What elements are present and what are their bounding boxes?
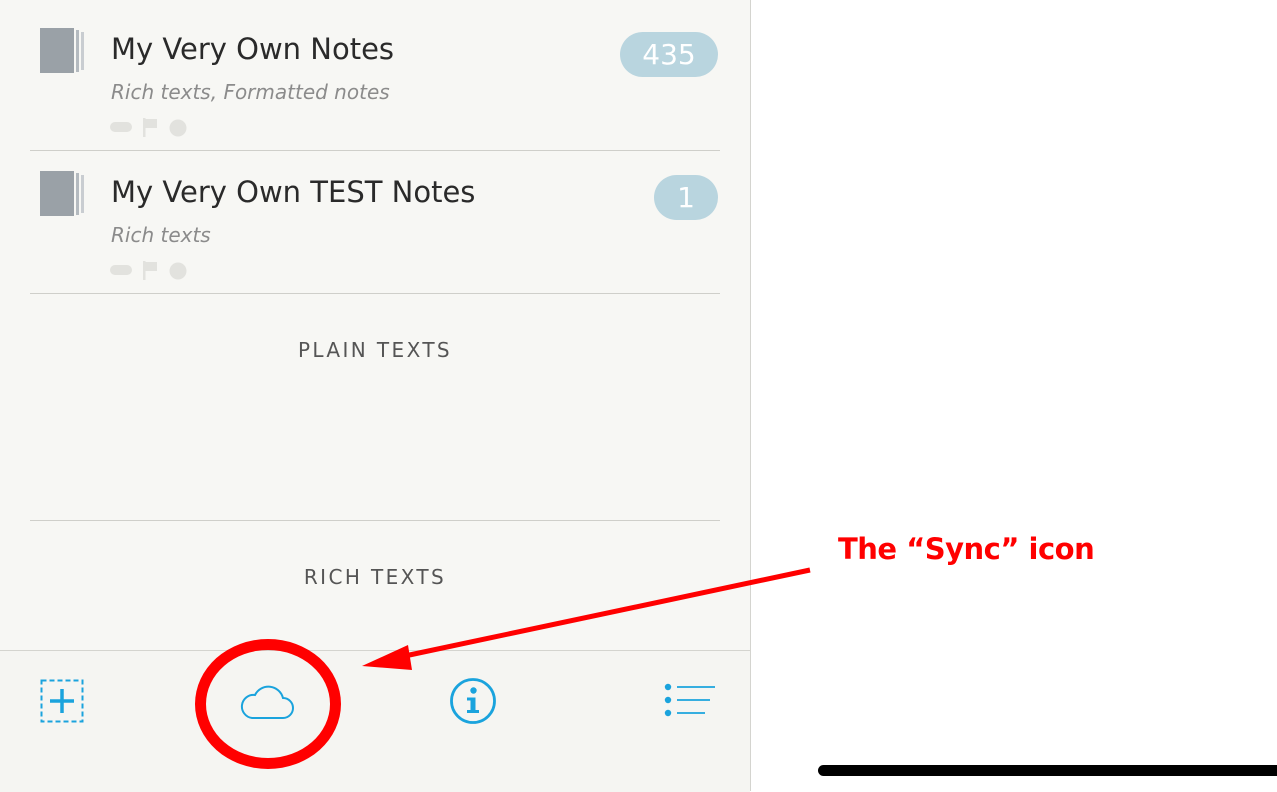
note-count-badge: 1 <box>654 175 718 220</box>
notebook-subtitle: Rich texts <box>111 223 211 247</box>
notebook-subtitle: Rich texts, Formatted notes <box>111 80 390 104</box>
notebook-title: My Very Own Notes <box>111 32 395 66</box>
add-icon[interactable] <box>40 679 84 723</box>
info-icon[interactable] <box>449 677 497 725</box>
dot-icon <box>169 119 187 137</box>
tag-icon <box>110 122 132 132</box>
list-icon[interactable] <box>664 683 716 717</box>
annotation-label: The “Sync” icon <box>838 532 1095 566</box>
section-header-plain-texts: PLAIN TEXTS <box>297 338 453 362</box>
flag-icon <box>143 118 157 137</box>
notebook-row[interactable]: My Very Own TEST Notes Rich texts 1 <box>0 143 750 286</box>
divider <box>30 293 720 294</box>
notebook-icon <box>40 28 84 73</box>
bottom-toolbar <box>0 650 750 792</box>
notebook-status-icons <box>110 261 187 280</box>
annotation-circle <box>195 639 341 769</box>
home-indicator <box>818 765 1277 776</box>
notebook-row[interactable]: My Very Own Notes Rich texts, Formatted … <box>0 0 750 143</box>
dot-icon <box>169 262 187 280</box>
notebook-list-panel: My Very Own Notes Rich texts, Formatted … <box>0 0 751 792</box>
note-count-badge: 435 <box>620 32 718 77</box>
notebook-icon <box>40 171 84 216</box>
section-header-rich-texts: RICH TEXTS <box>303 565 447 589</box>
tag-icon <box>110 265 132 275</box>
notebook-status-icons <box>110 118 187 137</box>
divider <box>30 520 720 521</box>
notebook-title: My Very Own TEST Notes <box>111 175 476 209</box>
flag-icon <box>143 261 157 280</box>
